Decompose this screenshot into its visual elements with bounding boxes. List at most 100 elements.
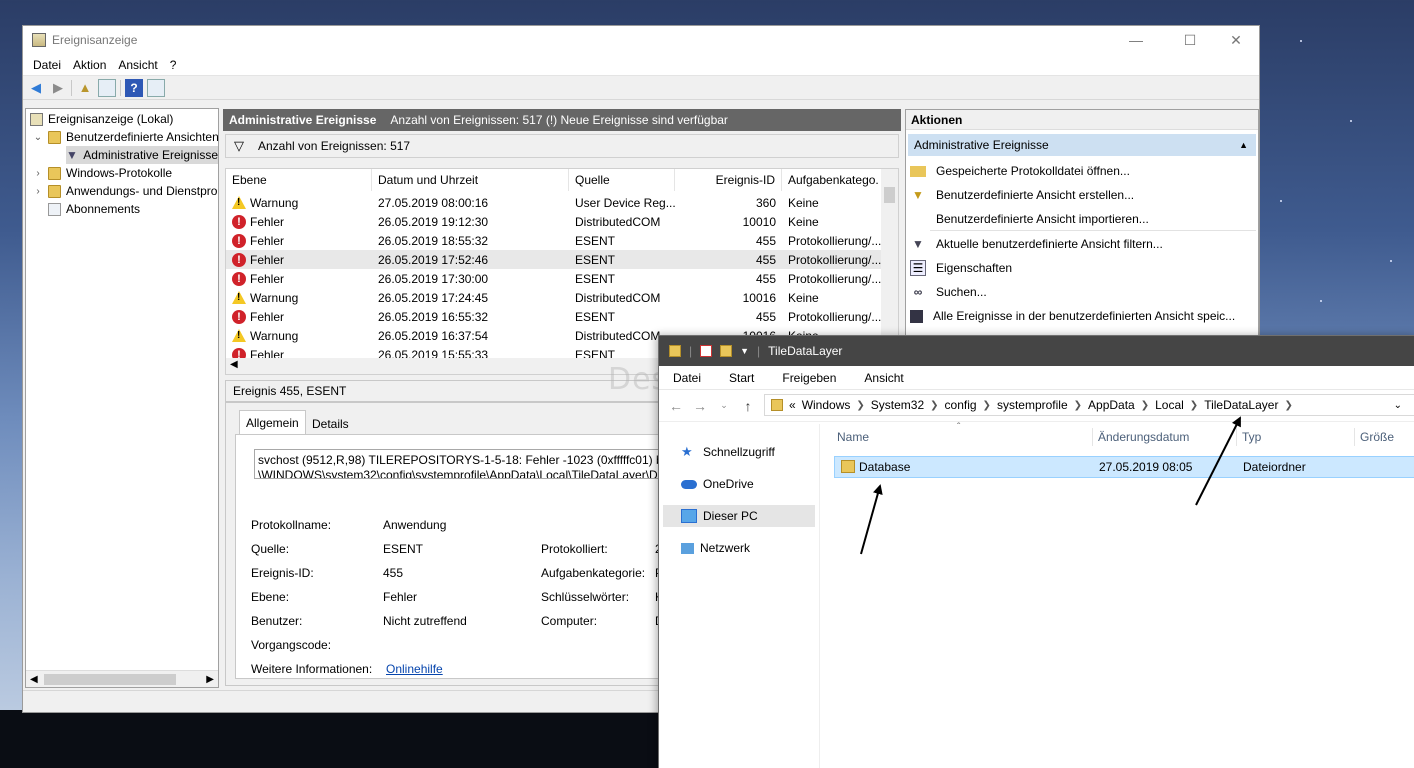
tree-item-app-service-logs[interactable]: › Anwendungs- und Dienstpro: [32, 182, 217, 200]
event-date: 26.05.2019 18:55:32: [378, 233, 489, 248]
ribbon-tab-view[interactable]: Ansicht: [850, 371, 917, 385]
file-row[interactable]: Database 27.05.2019 08:05 Dateiordner: [834, 456, 1414, 478]
breadcrumb-windows[interactable]: Windows: [802, 398, 851, 412]
show-hide-tree-icon[interactable]: [98, 78, 116, 97]
online-help-link[interactable]: Onlinehilfe: [386, 662, 443, 676]
tree-item-admin-events[interactable]: ▼ Administrative Ereignisse: [66, 146, 218, 164]
breadcrumb-overflow[interactable]: «: [789, 398, 796, 412]
event-task: Keine: [788, 290, 819, 305]
minimize-button[interactable]: —: [1113, 26, 1159, 54]
breadcrumb-system32[interactable]: System32: [871, 398, 924, 412]
tab-general[interactable]: Allgemein: [239, 410, 306, 435]
expand-icon[interactable]: ›: [32, 186, 44, 197]
back-arrow-icon[interactable]: ←: [667, 398, 685, 414]
nav-quick-access[interactable]: ★ Schnellzugriff: [663, 441, 815, 463]
show-hide-action-icon[interactable]: [147, 78, 165, 97]
breadcrumb-systemprofile[interactable]: systemprofile: [997, 398, 1068, 412]
new-folder-icon[interactable]: [720, 345, 733, 357]
event-level: Fehler: [250, 214, 285, 229]
up-arrow-icon[interactable]: ↑: [739, 398, 757, 414]
breadcrumb-chevron-icon[interactable]: ❯: [856, 400, 864, 411]
event-row[interactable]: ! Fehler 26.05.2019 17:52:46 ESENT 455 Protok…: [226, 250, 882, 269]
breadcrumb-chevron-icon[interactable]: ❯: [1190, 400, 1198, 411]
scroll-thumb[interactable]: [884, 187, 895, 203]
scroll-left-icon[interactable]: ◀: [230, 359, 238, 370]
breadcrumb-local[interactable]: Local: [1155, 398, 1184, 412]
nav-this-pc[interactable]: Dieser PC: [663, 505, 815, 527]
tab-details[interactable]: Details: [306, 412, 355, 436]
quick-access-dropdown-icon[interactable]: ▼: [740, 346, 749, 356]
breadcrumb-chevron-icon[interactable]: ❯: [1284, 400, 1292, 411]
action-find[interactable]: ∞ Suchen...: [910, 281, 987, 303]
column-header-type[interactable]: Typ: [1242, 430, 1261, 444]
action-save-all-events[interactable]: Alle Ereignisse in der benutzerdefiniert…: [910, 305, 1235, 327]
back-icon[interactable]: ◀: [27, 79, 45, 97]
action-filter-current-view[interactable]: ▼ Aktuelle benutzerdefinierte Ansicht fi…: [910, 233, 1163, 255]
event-row[interactable]: ! Fehler 26.05.2019 18:55:32 ESENT 455 Protok…: [226, 231, 882, 250]
nav-network[interactable]: Netzwerk: [663, 537, 815, 559]
action-create-custom-view[interactable]: ▼ Benutzerdefinierte Ansicht erstellen..…: [910, 184, 1134, 206]
forward-icon[interactable]: ▶: [49, 79, 67, 97]
event-date: 26.05.2019 16:55:32: [378, 309, 489, 324]
action-open-saved-log[interactable]: Gespeicherte Protokolldatei öffnen...: [910, 160, 1130, 182]
scroll-left-icon[interactable]: ◀: [30, 674, 38, 685]
breadcrumb-appdata[interactable]: AppData: [1088, 398, 1135, 412]
address-dropdown-icon[interactable]: ⌄: [1394, 400, 1402, 411]
column-header-date[interactable]: Datum und Uhrzeit: [372, 169, 569, 191]
event-row[interactable]: ! Fehler 26.05.2019 17:30:00 ESENT 455 Protok…: [226, 269, 882, 288]
menu-view[interactable]: Ansicht: [112, 58, 163, 72]
close-button[interactable]: ✕: [1213, 26, 1259, 54]
breadcrumb-chevron-icon[interactable]: ❯: [1141, 400, 1149, 411]
forward-arrow-icon[interactable]: →: [691, 398, 709, 414]
event-level: Warnung: [250, 195, 299, 210]
event-row[interactable]: ! Fehler 26.05.2019 16:55:32 ESENT 455 Protok…: [226, 307, 882, 326]
maximize-button[interactable]: ☐: [1167, 26, 1213, 54]
breadcrumb-config[interactable]: config: [945, 398, 977, 412]
scroll-right-icon[interactable]: ▶: [206, 674, 214, 685]
center-header: Administrative Ereignisse Anzahl von Ere…: [223, 109, 901, 131]
breadcrumb-chevron-icon[interactable]: ❯: [1074, 400, 1082, 411]
event-row[interactable]: Warnung 26.05.2019 17:24:45 DistributedCOM…: [226, 288, 882, 307]
column-header-event-id[interactable]: Ereignis-ID: [675, 169, 782, 191]
ribbon-tab-start[interactable]: Start: [715, 371, 768, 385]
menu-action[interactable]: Aktion: [67, 58, 112, 72]
breadcrumb-chevron-icon[interactable]: ❯: [930, 400, 938, 411]
action-properties[interactable]: ☰ Eigenschaften: [910, 257, 1012, 279]
ribbon-tab-file[interactable]: Datei: [659, 370, 716, 385]
collapse-section-icon[interactable]: ▲: [1239, 140, 1248, 150]
nav-onedrive[interactable]: OneDrive: [663, 473, 815, 495]
menu-file[interactable]: Datei: [27, 58, 67, 72]
collapse-icon[interactable]: ⌄: [32, 132, 44, 143]
column-header-level[interactable]: Ebene: [226, 169, 372, 191]
tree-item-windows-logs[interactable]: › Windows-Protokolle: [32, 164, 172, 182]
event-row[interactable]: Warnung 27.05.2019 08:00:16 User Device Re…: [226, 193, 882, 212]
action-label: Aktuelle benutzerdefinierte Ansicht filt…: [936, 237, 1163, 251]
tree-horizontal-scrollbar[interactable]: ◀ ▶: [26, 670, 218, 687]
column-header-source[interactable]: Quelle: [569, 169, 675, 191]
column-header-name[interactable]: Name: [837, 430, 869, 444]
up-folder-icon[interactable]: ▲: [76, 79, 94, 97]
tree-item-custom-views[interactable]: ⌄ Benutzerdefinierte Ansichten: [32, 128, 219, 146]
action-import-custom-view[interactable]: Benutzerdefinierte Ansicht importieren..…: [910, 208, 1149, 230]
breadcrumb-chevron-icon[interactable]: ❯: [983, 400, 991, 411]
nav-label: Dieser PC: [703, 509, 758, 523]
column-header-size[interactable]: Größe: [1360, 430, 1394, 444]
actions-divider: [930, 230, 1256, 231]
event-task: Keine: [788, 214, 819, 229]
menu-help[interactable]: ?: [164, 58, 183, 72]
address-bar[interactable]: « Windows ❯ System32 ❯ config ❯ systemprofi…: [764, 394, 1414, 416]
event-date: 26.05.2019 16:37:54: [378, 328, 489, 343]
column-header-modified[interactable]: Änderungsdatum: [1098, 430, 1189, 444]
recent-locations-icon[interactable]: ⌄: [715, 400, 733, 411]
breadcrumb-tiledatalayer[interactable]: TileDataLayer: [1204, 398, 1278, 412]
event-row[interactable]: ! Fehler 26.05.2019 19:12:30 DistributedCOM…: [226, 212, 882, 231]
ribbon-tab-share[interactable]: Freigeben: [768, 371, 850, 385]
tree-item-subscriptions[interactable]: Abonnements: [48, 200, 140, 218]
expand-icon[interactable]: ›: [32, 168, 44, 179]
column-header-task[interactable]: Aufgabenkatego.: [782, 169, 882, 191]
help-icon[interactable]: ?: [125, 78, 143, 97]
properties-checkmark-icon[interactable]: [700, 345, 713, 357]
scroll-thumb[interactable]: [44, 674, 176, 685]
tree-item-root[interactable]: Ereignisanzeige (Lokal): [30, 110, 173, 128]
actions-section-header[interactable]: Administrative Ereignisse ▲: [908, 134, 1256, 156]
